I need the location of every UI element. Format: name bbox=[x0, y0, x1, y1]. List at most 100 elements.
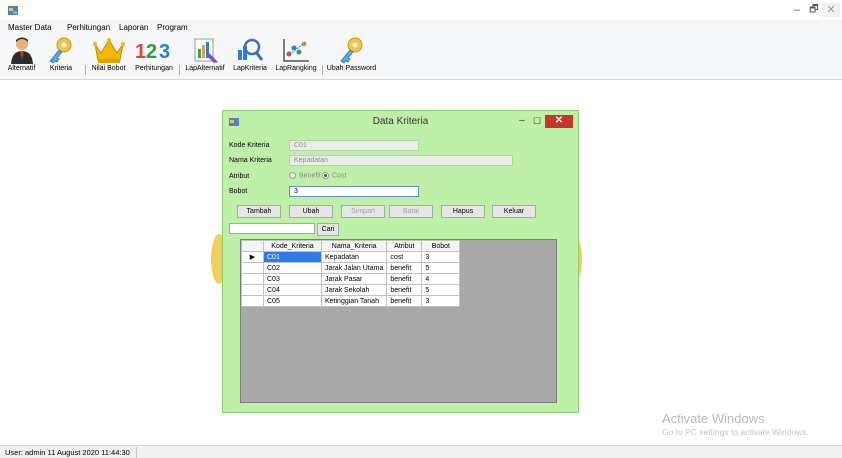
ubah-button[interactable]: Ubah bbox=[289, 205, 333, 218]
table-cell[interactable]: Jarak Sekolah bbox=[320, 284, 388, 296]
user-icon bbox=[10, 37, 33, 64]
hapus-button[interactable]: Hapus bbox=[441, 205, 485, 218]
status-separator bbox=[136, 447, 137, 458]
table-cell[interactable]: C02 bbox=[263, 262, 322, 274]
table-cell[interactable]: benefit bbox=[386, 295, 423, 307]
key-icon bbox=[49, 37, 72, 64]
table-cell[interactable]: benefit bbox=[386, 262, 423, 274]
activate-windows-watermark-subtitle: Go to PC settings to activate Windows. bbox=[662, 427, 809, 437]
toolbar-label: Nilai Bobot bbox=[91, 65, 126, 72]
table-row[interactable]: ▶ C01 Kepadatan cost 3 bbox=[241, 251, 461, 263]
toolbar-separator bbox=[179, 65, 180, 75]
app-icon bbox=[8, 6, 18, 15]
toolbar-nilai-bobot-button[interactable]: Nilai Bobot bbox=[87, 36, 130, 78]
benefit-radio-label: Benefit bbox=[299, 172, 321, 180]
menu-bar: Master Data Perhitungan Laporan Program bbox=[0, 20, 842, 35]
svg-text:2: 2 bbox=[146, 41, 157, 63]
table-cell[interactable]: cost bbox=[386, 251, 423, 263]
dialog-minimize-button[interactable]: – bbox=[515, 115, 529, 128]
table-cell[interactable]: 5 bbox=[421, 284, 461, 296]
table-cell[interactable]: 3 bbox=[421, 251, 461, 263]
kode-kriteria-label: Kode Kriteria bbox=[229, 142, 270, 149]
table-cell[interactable]: benefit bbox=[386, 284, 423, 296]
table-cell[interactable]: 5 bbox=[421, 262, 461, 274]
kriteria-table: Kode_Kriteria Nama_Kriteria Atribut Bobo… bbox=[241, 240, 461, 307]
search-input[interactable] bbox=[229, 223, 315, 234]
toolbar-label: Perhitungan bbox=[135, 65, 173, 72]
row-header[interactable] bbox=[241, 273, 264, 285]
data-kriteria-dialog: Data Kriteria – ☐ ✕ Kode Kriteria C01 Na… bbox=[222, 110, 579, 413]
simpan-button[interactable]: Simpan bbox=[341, 205, 385, 218]
table-cell[interactable]: 3 bbox=[421, 295, 461, 307]
toolbar: Alternatif Kriteria Nilai Bobot 1 2 3 Pe… bbox=[0, 35, 842, 80]
menu-master-data[interactable]: Master Data bbox=[8, 23, 52, 32]
menu-laporan[interactable]: Laporan bbox=[119, 23, 148, 32]
column-header[interactable]: Bobot bbox=[421, 240, 461, 252]
current-row-indicator: ▶ bbox=[241, 251, 264, 263]
kriteria-data-grid[interactable]: Kode_Kriteria Nama_Kriteria Atribut Bobo… bbox=[240, 239, 557, 403]
table-cell[interactable]: C05 bbox=[263, 295, 322, 307]
column-header[interactable]: Atribut bbox=[386, 240, 423, 252]
key-icon bbox=[339, 37, 362, 64]
cost-radio[interactable]: Cost bbox=[322, 172, 346, 179]
dialog-maximize-button[interactable]: ☐ bbox=[530, 115, 544, 128]
minimize-button[interactable]: – bbox=[789, 3, 805, 17]
row-header[interactable] bbox=[241, 295, 264, 307]
toolbar-laprangking-button[interactable]: LapRangking bbox=[271, 36, 321, 78]
toolbar-label: LapRangking bbox=[275, 65, 317, 72]
row-header[interactable] bbox=[241, 284, 264, 296]
atribut-label: Atribut bbox=[229, 173, 250, 180]
toolbar-lapalternatif-button[interactable]: LapAlternatif bbox=[181, 36, 229, 78]
column-header[interactable]: Kode_Kriteria bbox=[263, 240, 322, 252]
table-cell[interactable]: Ketinggian Tanah bbox=[320, 295, 388, 307]
table-cell[interactable]: C04 bbox=[263, 284, 322, 296]
bobot-field[interactable]: 3 bbox=[289, 186, 419, 197]
toolbar-alternatif-button[interactable]: Alternatif bbox=[3, 36, 40, 78]
cost-radio-label: Cost bbox=[332, 172, 347, 180]
dialog-content: Kode Kriteria C01 Nama Kriteria Kepadata… bbox=[229, 132, 572, 408]
toolbar-label: Ubah Password bbox=[326, 65, 377, 72]
dialog-titlebar[interactable]: Data Kriteria – ☐ ✕ bbox=[223, 111, 578, 132]
status-bar: User: admin 11 August 2020 11:44:30 bbox=[0, 445, 842, 458]
batal-button[interactable]: Batal bbox=[389, 205, 433, 218]
table-cell[interactable]: C01 bbox=[263, 251, 322, 263]
radio-button bbox=[322, 172, 329, 179]
menu-program[interactable]: Program bbox=[157, 23, 188, 32]
restore-button[interactable]: 🗗 bbox=[806, 3, 822, 17]
toolbar-label: LapAlternatif bbox=[185, 65, 225, 72]
table-cell[interactable]: Jarak Pasar bbox=[320, 273, 388, 285]
activate-windows-watermark-title: Activate Windows bbox=[662, 411, 765, 426]
tambah-button[interactable]: Tambah bbox=[237, 205, 281, 218]
scatter-chart-icon bbox=[283, 39, 309, 62]
benefit-radio[interactable]: Benefit bbox=[289, 172, 321, 179]
nama-kriteria-label: Nama Kriteria bbox=[229, 157, 272, 164]
menu-perhitungan[interactable]: Perhitungan bbox=[67, 23, 110, 32]
table-cell[interactable]: benefit bbox=[386, 273, 423, 285]
cari-button[interactable]: Cari bbox=[317, 223, 339, 236]
toolbar-separator bbox=[85, 65, 86, 75]
table-row[interactable]: C02 Jarak Jalan Utama benefit 5 bbox=[241, 262, 461, 274]
table-cell[interactable]: Jarak Jalan Utama bbox=[320, 262, 388, 274]
column-header[interactable]: Nama_Kriteria bbox=[320, 240, 388, 252]
toolbar-label: Alternatif bbox=[7, 65, 36, 72]
row-header[interactable] bbox=[241, 262, 264, 274]
toolbar-kriteria-button[interactable]: Kriteria bbox=[41, 36, 81, 78]
main-window-titlebar: – 🗗 ✕ bbox=[0, 0, 842, 20]
toolbar-ubah-password-button[interactable]: Ubah Password bbox=[324, 36, 379, 78]
dialog-close-button[interactable]: ✕ bbox=[545, 115, 573, 128]
keluar-button[interactable]: Keluar bbox=[492, 205, 536, 218]
toolbar-label: LapKriteria bbox=[233, 65, 267, 72]
nama-kriteria-field[interactable]: Kepadatan bbox=[289, 155, 513, 166]
toolbar-perhitungan-button[interactable]: 1 2 3 Perhitungan bbox=[131, 36, 177, 78]
table-row[interactable]: C05 Ketinggian Tanah benefit 3 bbox=[241, 295, 461, 307]
kode-kriteria-field[interactable]: C01 bbox=[289, 140, 419, 151]
table-cell[interactable]: Kepadatan bbox=[320, 251, 388, 263]
table-cell[interactable]: 4 bbox=[421, 273, 461, 285]
svg-text:1: 1 bbox=[135, 41, 146, 63]
table-row[interactable]: C04 Jarak Sekolah benefit 5 bbox=[241, 284, 461, 296]
close-button[interactable]: ✕ bbox=[822, 3, 840, 17]
toolbar-lapkriteria-button[interactable]: LapKriteria bbox=[230, 36, 270, 78]
table-row[interactable]: C03 Jarak Pasar benefit 4 bbox=[241, 273, 461, 285]
table-cell[interactable]: C03 bbox=[263, 273, 322, 285]
row-header-corner bbox=[241, 240, 264, 252]
